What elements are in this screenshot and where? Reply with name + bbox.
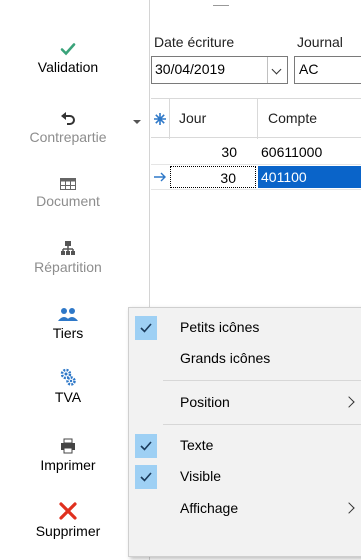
menu-item-texte[interactable]: Texte [129,432,361,460]
journal-label: Journal [297,34,343,50]
checkmark-icon [135,465,157,489]
cell-jour[interactable]: 30 [170,166,256,188]
chevron-right-icon [343,396,355,408]
repartition-button[interactable]: Répartition [12,234,124,275]
validation-label: Validation [37,59,99,75]
new-row-star-icon [153,108,167,130]
document-button[interactable]: Document [12,168,124,209]
supprimer-label: Supprimer [35,523,101,539]
tiers-label: Tiers [52,325,84,341]
menu-item-position[interactable]: Position [129,389,361,417]
imprimer-label: Imprimer [40,457,96,473]
menu-item-label: Position [180,394,230,410]
tiers-button[interactable]: Tiers [12,300,124,341]
menu-item-label: Texte [180,437,214,453]
date-ecriture-value: 30/04/2019 [155,61,226,77]
menu-item-grands-icones[interactable]: Grands icônes [129,345,361,373]
imprimer-button[interactable]: Imprimer [12,432,124,473]
supprimer-button[interactable]: Supprimer [12,498,124,539]
people-icon [58,300,78,322]
column-divider [257,99,258,139]
journal-field[interactable]: AC [294,56,361,84]
date-ecriture-label: Date écriture [154,34,235,50]
menu-item-label: Visible [180,468,221,484]
column-header-jour[interactable]: Jour [179,110,206,126]
contrepartie-dropdown-arrow[interactable] [133,120,141,124]
menu-item-visible[interactable]: Visible [129,463,361,491]
cell-compte[interactable]: 60611000 [258,141,361,163]
row-divider [151,189,361,190]
top-cut-label [213,0,229,6]
row-divider [151,164,361,165]
date-dropdown-button[interactable] [267,57,287,83]
checkmark-icon [135,316,157,340]
column-divider [169,99,170,139]
org-chart-icon [60,234,76,256]
undo-arrow-icon [60,104,76,126]
grid-header: Jour Compte [151,98,361,139]
repartition-label: Répartition [34,259,102,275]
date-ecriture-combo[interactable]: 30/04/2019 [151,56,288,84]
table-grid-icon [60,168,76,190]
document-label: Document [36,193,100,209]
menu-item-affichage[interactable]: Affichage [129,495,361,523]
tva-label: TVA [54,389,82,405]
menu-item-label: Affichage [180,500,239,516]
gears-icon [60,364,76,386]
contrepartie-button[interactable]: Contrepartie [12,104,124,145]
toolbar-context-menu: Petits icônes Grands icônes Position Tex… [128,307,361,557]
column-header-compte[interactable]: Compte [268,110,317,126]
menu-separator [163,380,361,381]
checkmark-icon [60,34,76,56]
chevron-right-icon [343,502,355,514]
chevron-down-icon [271,64,282,75]
cell-compte-selected[interactable]: 401100 [258,166,361,188]
printer-icon [60,432,76,454]
menu-item-label: Petits icônes [180,319,260,335]
cell-jour[interactable]: 30 [170,141,256,163]
red-x-icon [59,498,77,520]
validation-button[interactable]: Validation [12,34,124,75]
current-row-arrow-icon [153,166,167,188]
tva-button[interactable]: TVA [12,364,124,405]
contrepartie-label: Contrepartie [29,129,107,145]
checkmark-icon [135,434,157,458]
menu-separator [163,424,361,425]
journal-value: AC [299,61,319,77]
menu-item-label: Grands icônes [180,350,271,366]
entries-grid: Jour Compte 30 60611000 30 401100 [151,98,361,208]
menu-item-petits-icones[interactable]: Petits icônes [129,314,361,342]
